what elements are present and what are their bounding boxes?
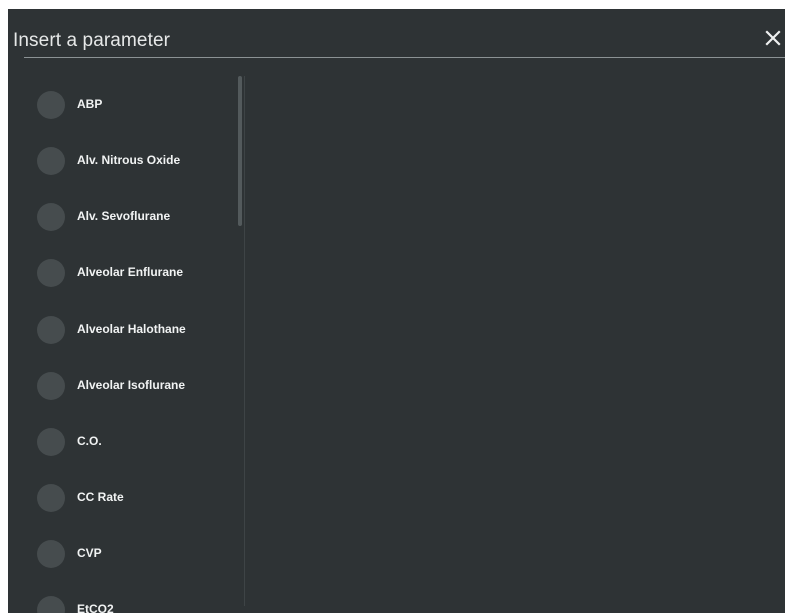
- radio-button[interactable]: [37, 203, 65, 231]
- radio-button[interactable]: [37, 428, 65, 456]
- radio-button[interactable]: [37, 147, 65, 175]
- radio-button[interactable]: [37, 91, 65, 119]
- radio-button[interactable]: [37, 540, 65, 568]
- parameter-label: C.O.: [77, 434, 102, 448]
- dialog-header: Insert a parameter: [8, 9, 785, 59]
- list-scrollbar[interactable]: [238, 76, 242, 226]
- parameter-item-alv-sevoflurane[interactable]: Alv. Sevoflurane: [32, 188, 232, 244]
- parameter-item-alv-nitrous-oxide[interactable]: Alv. Nitrous Oxide: [32, 132, 232, 188]
- parameter-label: Alveolar Isoflurane: [77, 378, 186, 392]
- parameter-item-cvp[interactable]: CVP: [32, 525, 232, 581]
- radio-button[interactable]: [37, 259, 65, 287]
- parameter-list[interactable]: ABP Alv. Nitrous Oxide Alv. Sevoflurane …: [32, 76, 242, 613]
- parameter-item-etco2[interactable]: EtCO2: [32, 581, 232, 613]
- insert-parameter-dialog: Insert a parameter ABP Alv. Nitrous Oxid…: [8, 9, 785, 613]
- parameter-label: Alv. Sevoflurane: [77, 209, 171, 223]
- parameter-label: ABP: [77, 97, 103, 111]
- parameter-item-alveolar-halothane[interactable]: Alveolar Halothane: [32, 301, 232, 357]
- parameter-label: CVP: [77, 546, 102, 560]
- close-icon: [765, 30, 781, 46]
- parameter-item-cc-rate[interactable]: CC Rate: [32, 469, 232, 525]
- parameter-label: EtCO2: [77, 602, 114, 613]
- parameter-label: Alveolar Halothane: [77, 322, 186, 336]
- radio-button[interactable]: [37, 372, 65, 400]
- radio-button[interactable]: [37, 596, 65, 613]
- parameter-item-alveolar-isoflurane[interactable]: Alveolar Isoflurane: [32, 357, 232, 413]
- parameter-label: Alveolar Enflurane: [77, 265, 184, 279]
- parameter-item-co[interactable]: C.O.: [32, 413, 232, 469]
- header-divider: [24, 57, 785, 58]
- radio-button[interactable]: [37, 484, 65, 512]
- parameter-label: CC Rate: [77, 490, 124, 504]
- parameter-label: Alv. Nitrous Oxide: [77, 153, 181, 167]
- dialog-title: Insert a parameter: [13, 30, 171, 51]
- parameter-item-abp[interactable]: ABP: [32, 76, 232, 132]
- radio-button[interactable]: [37, 316, 65, 344]
- list-divider: [244, 76, 245, 606]
- close-button[interactable]: [762, 25, 784, 51]
- parameter-item-alveolar-enflurane[interactable]: Alveolar Enflurane: [32, 244, 232, 300]
